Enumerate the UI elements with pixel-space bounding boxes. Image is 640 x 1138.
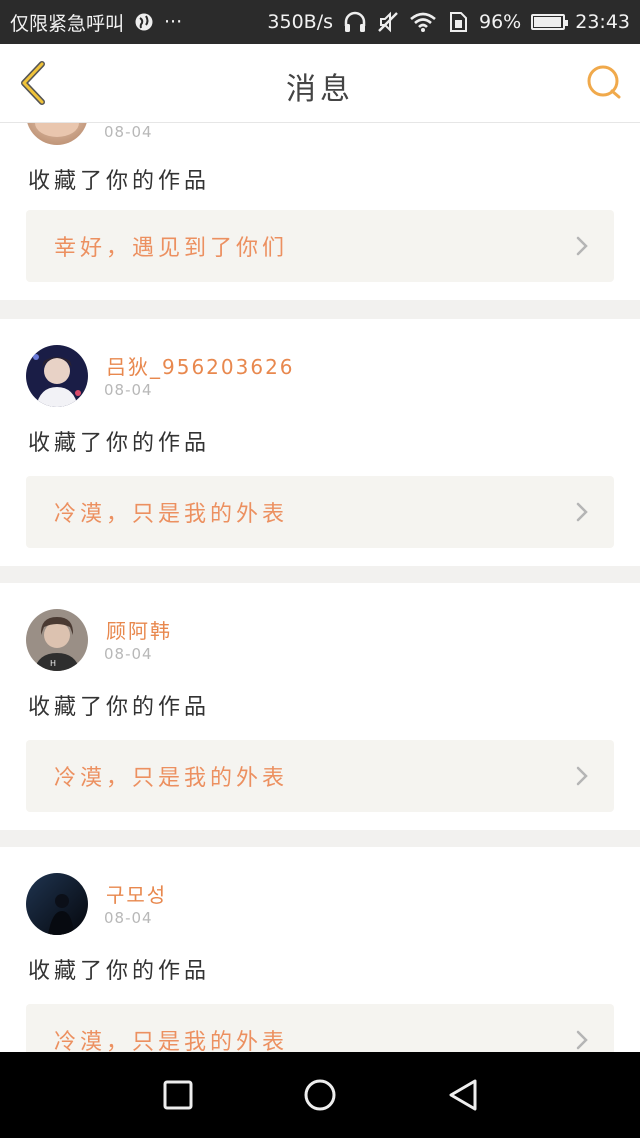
navigation-bar bbox=[0, 1052, 640, 1138]
header: 消息 bbox=[0, 44, 640, 123]
chevron-right-icon bbox=[576, 1030, 588, 1050]
circle-icon bbox=[304, 1079, 336, 1111]
work-title: 冷漠，只是我的外表 bbox=[54, 502, 289, 527]
network-speed: 350B/s bbox=[267, 11, 333, 33]
work-title: 冷漠，只是我的外表 bbox=[54, 766, 289, 791]
sim-icon bbox=[447, 11, 469, 33]
page-title: 消息 bbox=[286, 72, 354, 107]
work-title: 冷漠，只是我的外表 bbox=[54, 1030, 289, 1052]
avatar[interactable] bbox=[26, 345, 88, 407]
mute-icon bbox=[377, 11, 399, 33]
battery-icon bbox=[531, 14, 569, 30]
notification-card: 吕狄_956203626 08-04 收藏了你的作品 冷漠，只是我的外表 bbox=[0, 319, 640, 566]
battery-percent: 96% bbox=[479, 11, 522, 33]
notification-username[interactable]: 顾阿韩 bbox=[106, 615, 172, 644]
square-icon bbox=[163, 1080, 193, 1110]
status-bar: 仅限紧急呼叫 ··· 350B/s 96% 23:43 bbox=[0, 0, 640, 44]
notification-action: 收藏了你的作品 bbox=[28, 169, 211, 194]
work-link[interactable]: 幸好，遇见到了你们 bbox=[26, 210, 614, 282]
notification-date: 08-04 bbox=[104, 645, 153, 663]
carrier-text: 仅限紧急呼叫 bbox=[10, 12, 125, 35]
wifi-icon bbox=[409, 11, 437, 33]
headphones-icon bbox=[343, 11, 367, 33]
globe-icon bbox=[134, 12, 154, 32]
notification-username[interactable]: 吕狄_956203626 bbox=[106, 351, 295, 380]
notification-action: 收藏了你的作品 bbox=[28, 959, 211, 984]
svg-text:H: H bbox=[50, 659, 56, 668]
work-title: 幸好，遇见到了你们 bbox=[54, 236, 289, 261]
work-link[interactable]: 冷漠，只是我的外表 bbox=[26, 476, 614, 548]
system-back-button[interactable] bbox=[446, 1078, 480, 1112]
notification-card: H 顾阿韩 08-04 收藏了你的作品 冷漠，只是我的外表 bbox=[0, 583, 640, 830]
avatar[interactable]: H bbox=[26, 609, 88, 671]
chevron-right-icon bbox=[576, 236, 588, 256]
notification-date: 08-04 bbox=[104, 909, 153, 927]
search-button[interactable] bbox=[586, 64, 624, 102]
notification-action: 收藏了你的作品 bbox=[28, 431, 211, 456]
clock: 23:43 bbox=[575, 11, 630, 33]
notification-card: 08-04 收藏了你的作品 幸好，遇见到了你们 bbox=[0, 123, 640, 300]
message-list: 08-04 收藏了你的作品 幸好，遇见到了你们 吕狄_956203626 08-… bbox=[0, 123, 640, 1052]
search-icon bbox=[587, 65, 621, 99]
triangle-back-icon bbox=[449, 1079, 477, 1111]
notification-action: 收藏了你的作品 bbox=[28, 695, 211, 720]
chevron-right-icon bbox=[576, 766, 588, 786]
notification-card: 구모성 08-04 收藏了你的作品 冷漠，只是我的外表 bbox=[0, 847, 640, 1052]
more-notifications-text: ··· bbox=[164, 11, 183, 33]
recent-apps-button[interactable] bbox=[161, 1078, 195, 1112]
notification-username[interactable]: 구모성 bbox=[106, 879, 167, 908]
avatar[interactable] bbox=[26, 873, 88, 935]
notification-date: 08-04 bbox=[104, 123, 153, 141]
avatar[interactable] bbox=[26, 123, 88, 145]
chevron-right-icon bbox=[576, 502, 588, 522]
home-button[interactable] bbox=[303, 1078, 337, 1112]
work-link[interactable]: 冷漠，只是我的外表 bbox=[26, 740, 614, 812]
notification-date: 08-04 bbox=[104, 381, 153, 399]
work-link[interactable]: 冷漠，只是我的外表 bbox=[26, 1004, 614, 1052]
